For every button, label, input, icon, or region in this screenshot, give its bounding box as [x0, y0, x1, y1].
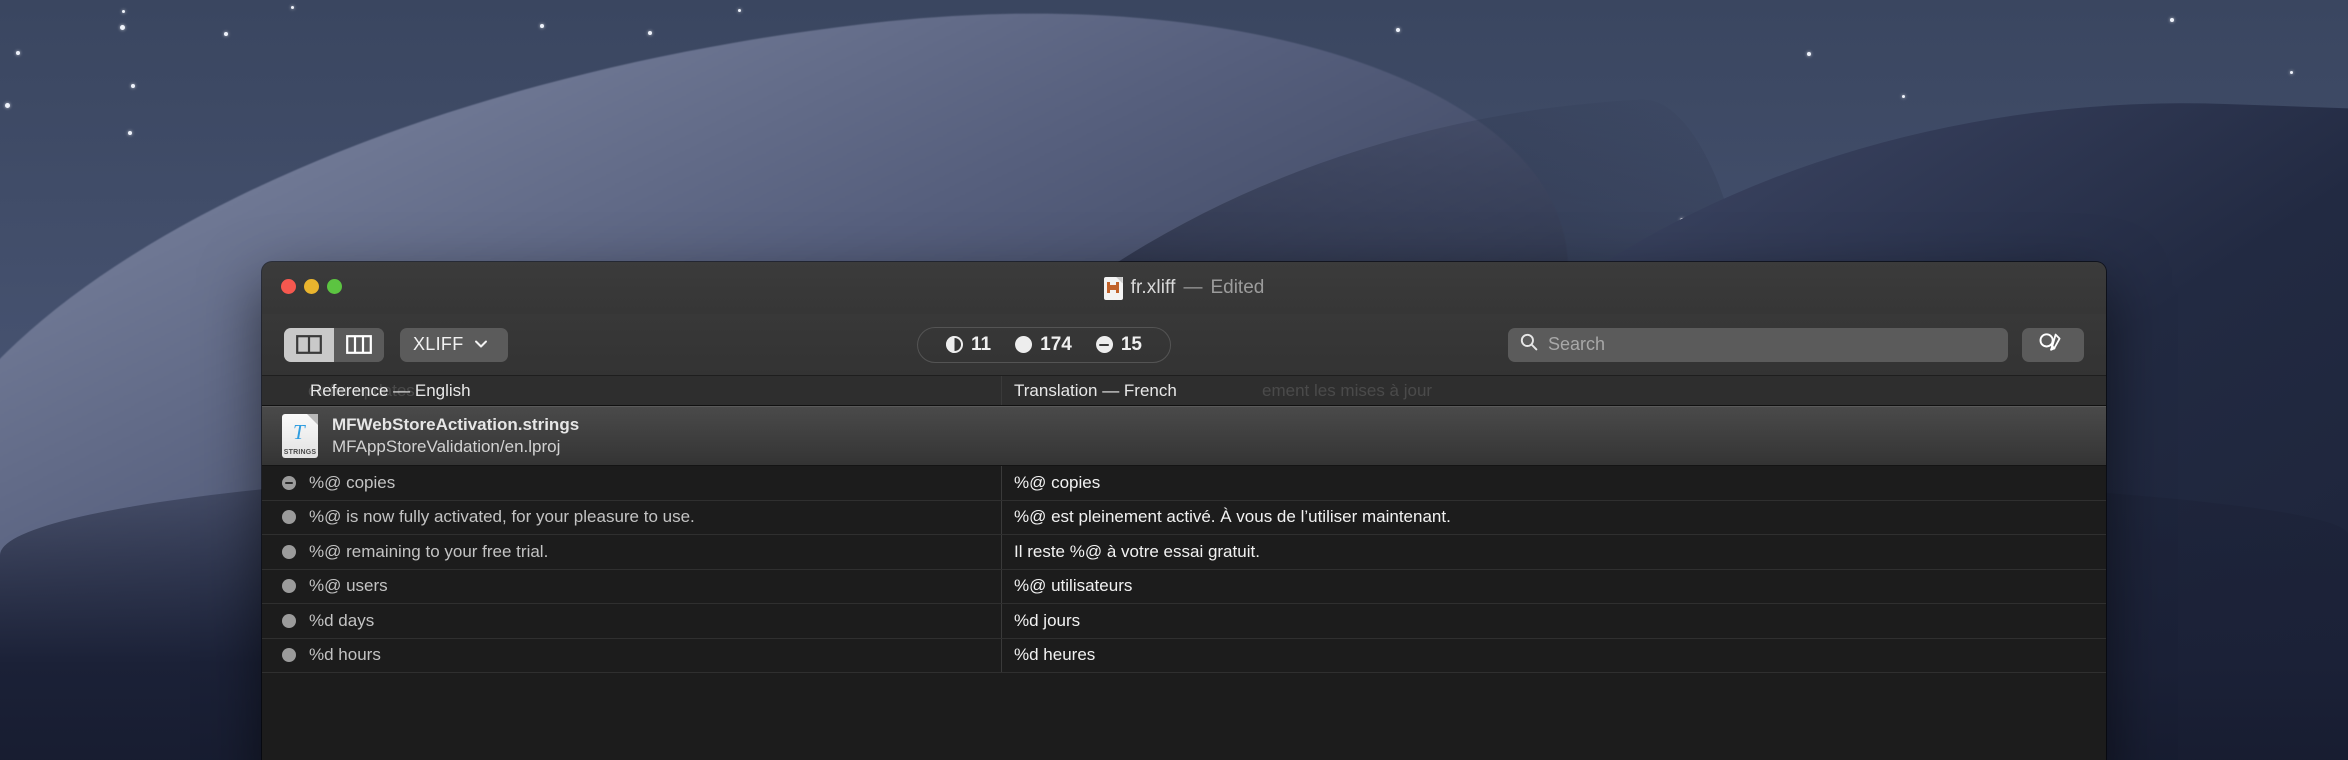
- column-header-reference[interactable]: Reference — English: [262, 376, 1002, 405]
- table-row[interactable]: %d hours %d heures: [262, 638, 2106, 673]
- row-reference-text: %@ copies: [309, 472, 396, 492]
- row-reference-cell[interactable]: %d hours: [262, 638, 1002, 672]
- strings-file-icon: T STRINGS: [282, 414, 318, 458]
- minus-circle-icon: [1095, 336, 1113, 353]
- filled-circle-icon: [282, 510, 296, 525]
- row-reference-cell[interactable]: %d days: [262, 604, 1002, 638]
- row-translation-text: %@ est pleinement activé. À vous de l’ut…: [1014, 507, 1451, 527]
- file-group-name: MFWebStoreActivation.strings: [332, 415, 580, 434]
- row-translation-cell[interactable]: %d heures: [1002, 639, 2106, 673]
- two-column-view-button[interactable]: [284, 327, 334, 362]
- star: [131, 84, 135, 88]
- filled-circle-icon: [282, 613, 296, 628]
- row-translation-cell[interactable]: Il reste %@ à votre essai gratuit.: [1002, 535, 2106, 569]
- search-replace-icon: [2038, 331, 2068, 358]
- star: [540, 24, 544, 28]
- three-column-view-button[interactable]: [334, 327, 384, 362]
- row-translation-cell[interactable]: %@ est pleinement activé. À vous de l’ut…: [1002, 501, 2106, 535]
- minimize-window-button[interactable]: [304, 279, 319, 294]
- row-translation-text: %@ utilisateurs: [1014, 576, 1133, 596]
- row-translation-cell[interactable]: %@ copies: [1002, 466, 2106, 500]
- window-title-dash: —: [1183, 277, 1203, 298]
- close-window-button[interactable]: [281, 279, 296, 294]
- star: [738, 9, 741, 12]
- search-icon: [1520, 333, 1538, 356]
- xliff-document-icon: [1103, 276, 1123, 300]
- search-input[interactable]: [1548, 334, 1996, 355]
- zoom-window-button[interactable]: [327, 279, 342, 294]
- format-popup-label: XLIFF: [413, 334, 464, 354]
- counter-translated[interactable]: 174: [1003, 334, 1084, 356]
- search-replace-button[interactable]: [2022, 327, 2084, 362]
- row-reference-text: %@ users: [309, 576, 388, 596]
- star: [648, 31, 652, 35]
- column-header-translation[interactable]: Translation — French: [1002, 376, 2106, 405]
- table-row[interactable]: %@ remaining to your free trial. Il rest…: [262, 535, 2106, 570]
- window-title-group: fr.xliff — Edited: [262, 262, 2106, 314]
- half-circle-icon: [946, 336, 964, 353]
- format-popup-button[interactable]: XLIFF: [400, 327, 508, 362]
- strings-icon-glyph: T: [293, 420, 305, 444]
- row-reference-cell[interactable]: %@ remaining to your free trial.: [262, 535, 1002, 569]
- row-reference-cell[interactable]: %@ users: [262, 569, 1002, 603]
- star: [120, 25, 125, 30]
- table-row[interactable]: %d days %d jours: [262, 604, 2106, 639]
- row-translation-cell[interactable]: %d jours: [1002, 604, 2106, 638]
- file-group-row[interactable]: T STRINGS MFWebStoreActivation.strings M…: [262, 406, 2106, 466]
- counter-untranslated[interactable]: 15: [1084, 334, 1154, 356]
- filled-circle-icon: [282, 544, 296, 559]
- filled-circle-icon: [1015, 336, 1033, 353]
- star: [2170, 18, 2174, 22]
- row-translation-text: %@ copies: [1014, 472, 1101, 492]
- row-reference-text: %@ is now fully activated, for your plea…: [309, 507, 695, 527]
- table-column-headers: ck for updates ement les mises à jour Re…: [262, 376, 2106, 406]
- counter-untranslated-value: 15: [1120, 333, 1142, 355]
- minus-circle-icon: [282, 475, 296, 490]
- star: [122, 10, 125, 13]
- file-group-meta: MFWebStoreActivation.strings MFAppStoreV…: [332, 415, 579, 457]
- star: [224, 32, 228, 36]
- status-counters: 11 174 15: [917, 326, 1171, 363]
- filled-circle-icon: [282, 648, 296, 663]
- row-reference-text: %d days: [309, 610, 375, 630]
- search-field[interactable]: [1508, 327, 2008, 362]
- table-row[interactable]: %@ is now fully activated, for your plea…: [262, 500, 2106, 535]
- strings-icon-tag: STRINGS: [283, 449, 317, 456]
- counter-needs-review[interactable]: 11: [934, 334, 1003, 356]
- window-titlebar[interactable]: fr.xliff — Edited: [262, 262, 2106, 314]
- counter-translated-value: 174: [1040, 333, 1072, 355]
- two-column-icon: [296, 335, 322, 354]
- table-row[interactable]: %@ copies %@ copies: [262, 466, 2106, 501]
- star: [128, 131, 132, 135]
- translation-table: ck for updates ement les mises à jour Re…: [262, 376, 2106, 760]
- counter-needs-review-value: 11: [971, 333, 992, 355]
- window-edited-state: Edited: [1210, 277, 1265, 298]
- filled-circle-icon: [282, 579, 296, 594]
- star: [1807, 52, 1811, 56]
- row-translation-text: %d heures: [1014, 645, 1096, 665]
- toolbar: XLIFF 11 174 15: [262, 314, 2106, 376]
- row-translation-cell[interactable]: %@ utilisateurs: [1002, 570, 2106, 604]
- row-translation-text: %d jours: [1014, 610, 1081, 630]
- star: [16, 51, 20, 55]
- row-reference-cell[interactable]: %@ copies: [262, 466, 1002, 500]
- row-reference-text: %@ remaining to your free trial.: [309, 541, 549, 561]
- traffic-lights: [281, 279, 342, 294]
- row-reference-cell[interactable]: %@ is now fully activated, for your plea…: [262, 500, 1002, 534]
- app-window: fr.xliff — Edited XLIFF 11 174 15 Search…: [262, 262, 2106, 760]
- star: [5, 103, 10, 108]
- star: [1396, 28, 1400, 32]
- star: [291, 6, 294, 9]
- search-area: [1508, 327, 2084, 362]
- three-column-icon: [346, 335, 372, 354]
- file-group-path: MFAppStoreValidation/en.lproj: [332, 437, 561, 456]
- page-title: fr.xliff: [1130, 277, 1176, 298]
- table-row[interactable]: %@ users %@ utilisateurs: [262, 569, 2106, 604]
- view-mode-segmented-control[interactable]: [284, 327, 384, 362]
- row-reference-text: %d hours: [309, 645, 381, 665]
- star: [1902, 95, 1905, 98]
- star: [2290, 71, 2293, 74]
- chevron-down-icon: [474, 336, 488, 354]
- row-translation-text: Il reste %@ à votre essai gratuit.: [1014, 541, 1260, 561]
